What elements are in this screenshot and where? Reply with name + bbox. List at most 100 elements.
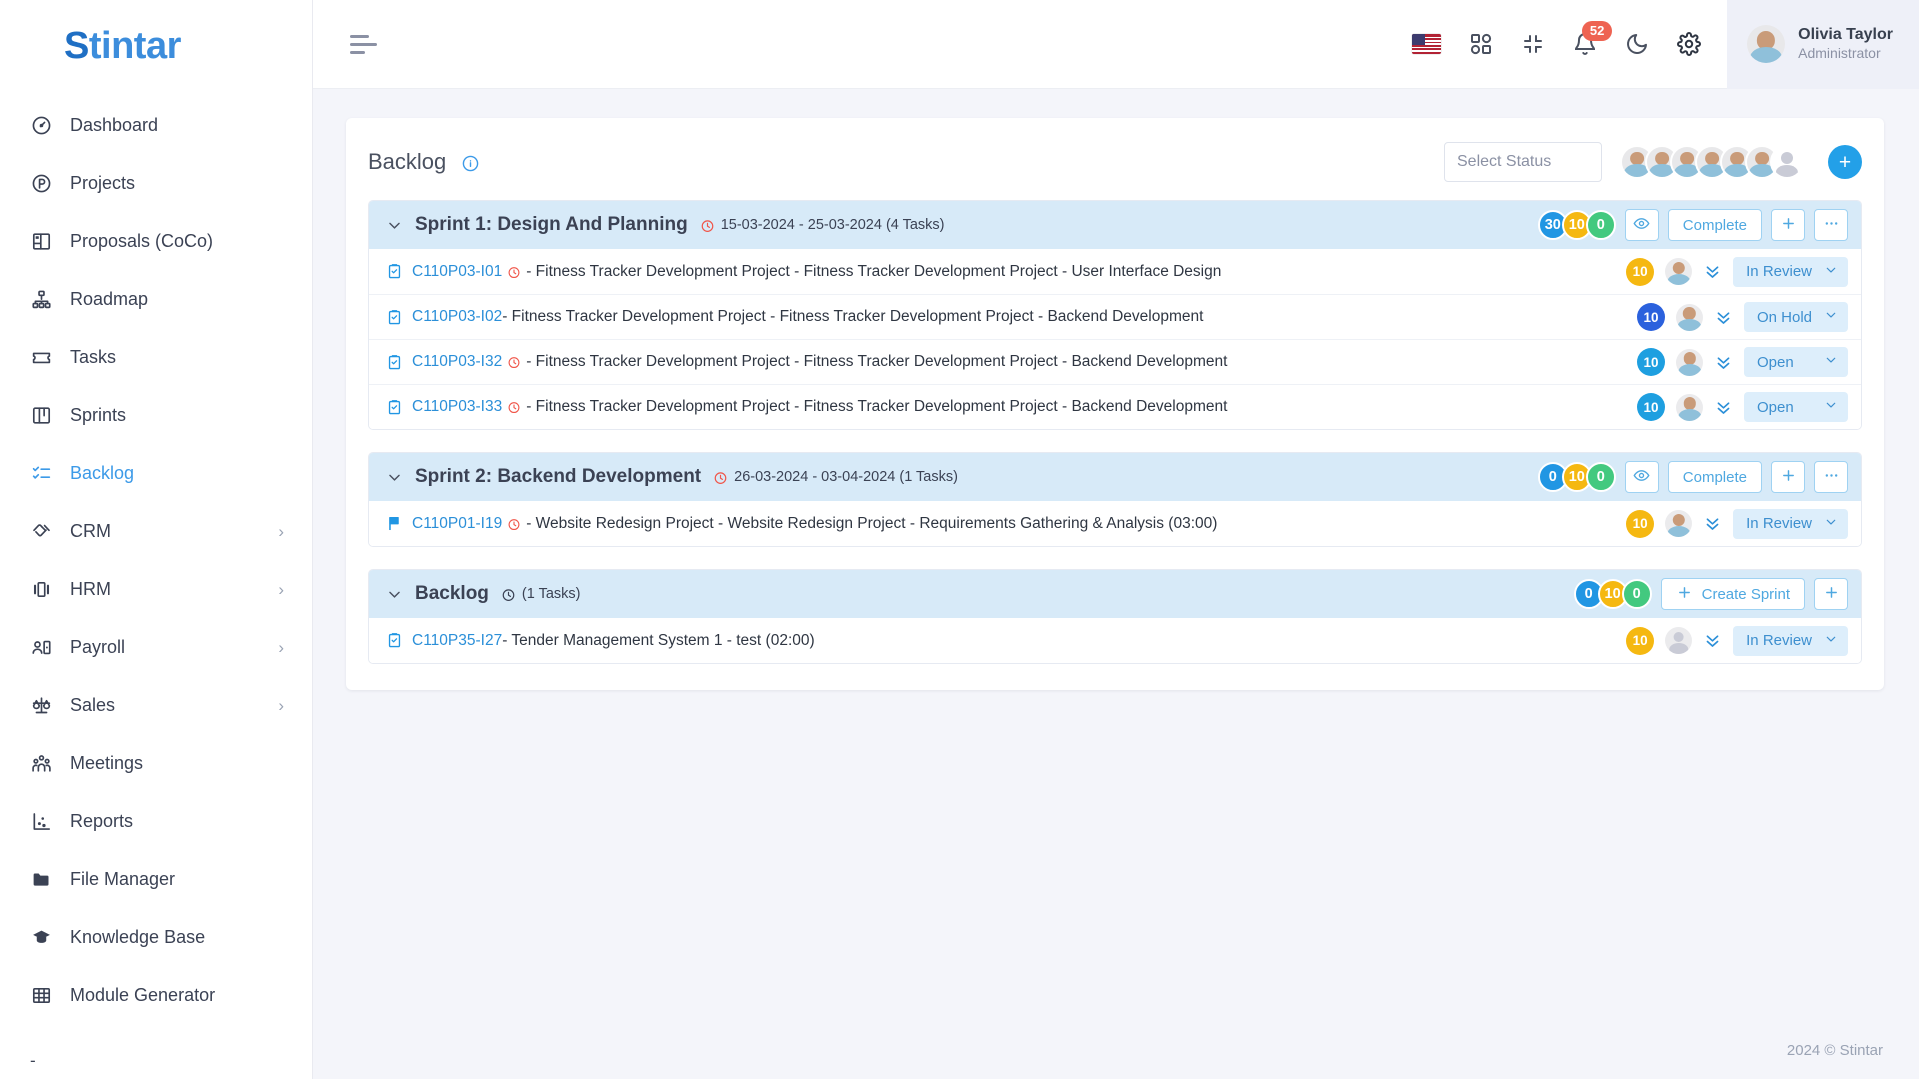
sprint-meta: 26-03-2024 - 03-04-2024 (1 Tasks)	[713, 469, 958, 485]
double-chevron-down-icon[interactable]	[1714, 398, 1733, 417]
sidebar-item-sales[interactable]: Sales ›	[0, 676, 312, 734]
sprint-group-actions: 30 10 0 Complete	[1537, 209, 1848, 241]
sprint-group-header: Sprint 2: Backend Development 26-03-2024 …	[369, 453, 1861, 501]
chevron-down-icon	[1824, 398, 1838, 416]
double-chevron-down-icon[interactable]	[1714, 308, 1733, 327]
chevron-down-icon[interactable]	[386, 586, 403, 603]
sidebar-item-label: Module Generator	[70, 984, 216, 1005]
sidebar-item-knowledge-base[interactable]: Knowledge Base	[0, 908, 312, 966]
compress-icon[interactable]	[1521, 32, 1545, 56]
task-title: - Fitness Tracker Development Project - …	[502, 308, 1204, 325]
view-sprint-button[interactable]	[1624, 209, 1659, 241]
sidebar-item-dashboard[interactable]: Dashboard	[0, 96, 312, 154]
table-row[interactable]: C110P01-I19 - Website Redesign Project -…	[369, 501, 1861, 546]
task-status-dropdown[interactable]: In Review	[1733, 508, 1848, 539]
select-status-dropdown[interactable]: Select Status	[1444, 142, 1602, 182]
sidebar-item-hrm[interactable]: HRM ›	[0, 560, 312, 618]
add-task-button[interactable]	[1814, 578, 1848, 610]
sidebar-item-projects[interactable]: Projects	[0, 154, 312, 212]
chevron-right-icon[interactable]: ›	[278, 523, 284, 540]
sidebar-item-payroll[interactable]: Payroll ›	[0, 618, 312, 676]
sidebar-item-label: Reports	[70, 810, 134, 831]
plus-icon	[1676, 584, 1693, 605]
task-assignee-avatar[interactable]	[1676, 348, 1703, 376]
chevron-down-icon[interactable]	[386, 469, 403, 486]
task-assignee-avatar[interactable]	[1665, 510, 1693, 537]
table-row[interactable]: C110P03-I33 - Fitness Tracker Developmen…	[369, 384, 1861, 429]
apps-grid-icon[interactable]	[1469, 32, 1493, 56]
sidebar-item-file-manager[interactable]: File Manager	[0, 850, 312, 908]
task-id-link[interactable]: C110P01-I19	[412, 515, 502, 533]
task-id-link[interactable]: C110P03-I02	[412, 308, 502, 326]
create-sprint-button[interactable]: Create Sprint	[1660, 578, 1805, 610]
sidebar-item-tasks[interactable]: Tasks	[0, 328, 312, 386]
chevron-right-icon[interactable]: ›	[278, 639, 284, 656]
sidebar-item-label: Backlog	[70, 462, 135, 483]
task-status-value: In Review	[1746, 632, 1812, 649]
sprint-name: Sprint 2: Backend Development	[415, 466, 702, 487]
table-row[interactable]: C110P03-I01 - Fitness Tracker Developmen…	[369, 249, 1861, 294]
task-points-badge: 10	[1626, 626, 1655, 655]
task-assignee-avatar[interactable]	[1676, 393, 1703, 421]
table-row[interactable]: C110P35-I27 - Tender Management System 1…	[369, 618, 1861, 663]
complete-sprint-button[interactable]: Complete	[1667, 209, 1762, 241]
bell-icon[interactable]: 52	[1573, 21, 1613, 56]
sidebar-item-label: Knowledge Base	[70, 926, 206, 947]
info-circle-icon[interactable]	[462, 155, 479, 172]
more-options-button[interactable]	[1814, 461, 1848, 493]
task-points-badge: 10	[1626, 509, 1655, 538]
double-chevron-down-icon[interactable]	[1703, 262, 1722, 281]
sidebar-item-crm[interactable]: CRM ›	[0, 502, 312, 560]
sidebar-item-meetings[interactable]: Meetings	[0, 734, 312, 792]
view-sprint-button[interactable]	[1624, 461, 1659, 493]
task-status-dropdown[interactable]: In Review	[1733, 625, 1848, 656]
main-area: 52 Olivia Taylor Administrator Backlog S…	[313, 0, 1919, 1079]
task-assignee-avatar[interactable]	[1675, 303, 1703, 331]
add-task-button[interactable]	[1771, 209, 1805, 241]
sidebar-item-sprints[interactable]: Sprints	[0, 386, 312, 444]
member-avatar-placeholder[interactable]	[1770, 145, 1804, 179]
scatter-chart-icon	[28, 808, 54, 834]
gear-icon[interactable]	[1677, 32, 1702, 56]
task-assignee-avatar[interactable]	[1665, 627, 1693, 654]
task-status-value: Open	[1757, 353, 1794, 371]
task-assignee-avatar[interactable]	[1665, 258, 1693, 285]
task-id-link[interactable]: C110P35-I27	[412, 632, 502, 650]
chevron-right-icon[interactable]: ›	[278, 581, 284, 598]
sidebar-item-module-generator[interactable]: Module Generator	[0, 966, 312, 1024]
sprint-group-actions: 0 10 0 Create Sprint	[1573, 578, 1848, 610]
sprint-badges: 0 10 0	[1573, 579, 1652, 609]
more-options-button[interactable]	[1814, 209, 1848, 241]
double-chevron-down-icon[interactable]	[1703, 631, 1722, 650]
task-status-dropdown[interactable]: In Review	[1733, 256, 1848, 287]
moon-icon[interactable]	[1625, 32, 1649, 56]
task-id-link[interactable]: C110P03-I01	[412, 263, 502, 281]
sidebar-item-backlog[interactable]: Backlog	[0, 444, 312, 502]
task-id-link[interactable]: C110P03-I32	[412, 353, 502, 371]
task-status-dropdown[interactable]: On Hold	[1743, 302, 1848, 332]
table-row[interactable]: C110P03-I02 - Fitness Tracker Developmen…	[369, 294, 1861, 339]
chevron-down-icon[interactable]	[386, 217, 403, 234]
hamburger-icon[interactable]	[350, 34, 380, 54]
double-chevron-down-icon[interactable]	[1714, 353, 1733, 372]
chevron-right-icon[interactable]: ›	[278, 697, 284, 714]
app-logo[interactable]: Stintar	[0, 0, 312, 92]
add-task-button[interactable]	[1771, 461, 1805, 493]
task-status-dropdown[interactable]: Open	[1744, 347, 1848, 377]
add-member-button[interactable]: +	[1828, 145, 1862, 179]
sidebar-item-roadmap[interactable]: Roadmap	[0, 270, 312, 328]
grid-table-icon	[28, 982, 54, 1008]
task-id-link[interactable]: C110P03-I33	[412, 398, 502, 416]
user-name: Olivia Taylor	[1798, 26, 1893, 44]
flag-icon	[386, 514, 412, 533]
sidebar-item-reports[interactable]: Reports	[0, 792, 312, 850]
double-chevron-down-icon[interactable]	[1703, 514, 1722, 533]
complete-sprint-button[interactable]: Complete	[1667, 461, 1762, 493]
user-profile-menu[interactable]: Olivia Taylor Administrator	[1727, 0, 1919, 89]
page-title-text: Backlog	[368, 149, 447, 174]
sidebar-item-label: Tasks	[70, 346, 117, 367]
task-status-dropdown[interactable]: Open	[1744, 392, 1848, 422]
sidebar-item-proposals-coco[interactable]: Proposals (CoCo)	[0, 212, 312, 270]
us-flag-icon[interactable]	[1412, 34, 1442, 54]
table-row[interactable]: C110P03-I32 - Fitness Tracker Developmen…	[369, 339, 1861, 384]
